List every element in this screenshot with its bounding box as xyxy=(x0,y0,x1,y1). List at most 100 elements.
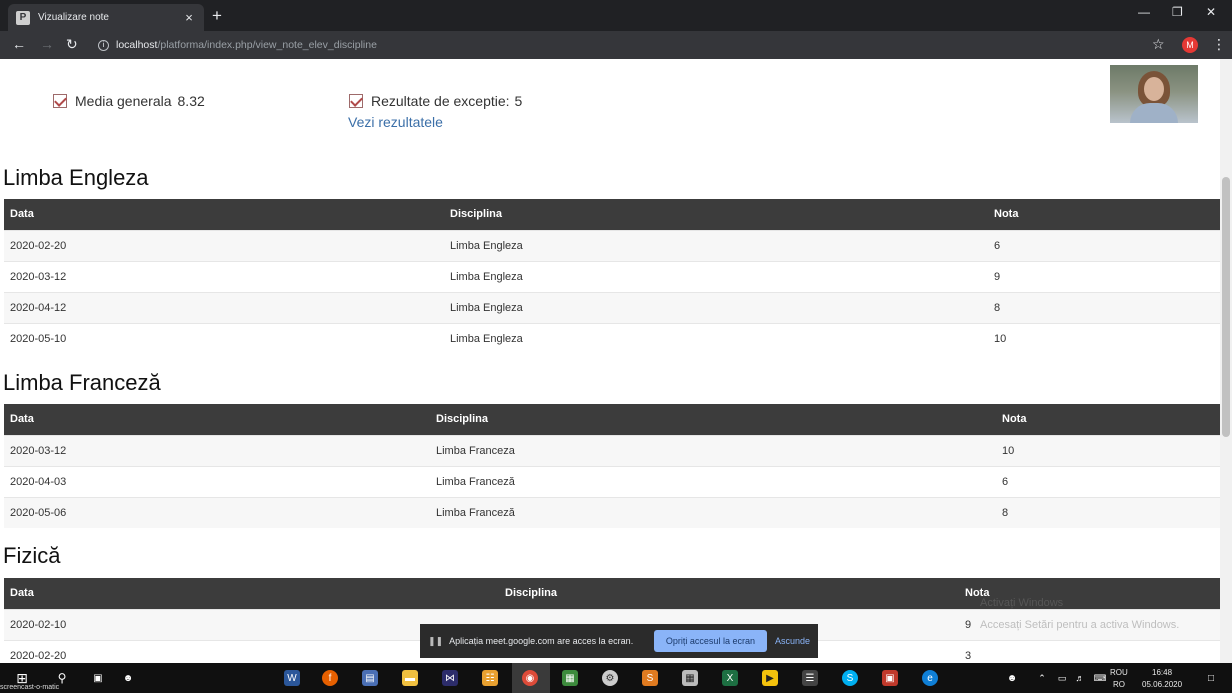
cell-subject: Limba Franceza xyxy=(430,434,996,466)
clock-date[interactable]: 05.06.2020 xyxy=(1142,680,1182,690)
header-data: Data xyxy=(10,208,34,221)
media-app-icon[interactable]: ☰ xyxy=(802,670,818,686)
notification-person-icon[interactable]: ☻ xyxy=(1004,670,1020,686)
photo-body xyxy=(1130,103,1178,123)
clock-time[interactable]: 16:48 xyxy=(1152,668,1172,678)
section-title-franceza: Limba Franceză xyxy=(3,370,161,395)
reload-icon[interactable]: ↻ xyxy=(66,36,78,53)
screen-share-notice: ❚❚ Aplicația meet.google.com are acces l… xyxy=(420,624,818,658)
new-tab-button[interactable]: + xyxy=(212,6,222,26)
skype-icon[interactable]: S xyxy=(842,670,858,686)
browser-toolbar: ← → ↻ i localhost /platforma/index.php/v… xyxy=(0,31,1232,59)
url-host: localhost xyxy=(116,39,158,51)
edge-icon[interactable]: e xyxy=(922,670,938,686)
windows-taskbar: ⊞ ⚲ ▣ ☻ W f ▤ ▬ ⋈ ☷ ◉ ▦ ⚙ S ▦ X ▶ ☰ S ▣ … xyxy=(0,663,1232,693)
table-row: 2020-05-10 Limba Engleza 10 xyxy=(4,322,1220,354)
cell-grade: 10 xyxy=(996,434,1220,466)
url-path: /platforma/index.php/view_note_elev_disc… xyxy=(157,39,377,51)
browser-tab[interactable]: P Vizualizare note × xyxy=(8,4,204,31)
page-content: Media generala 8.32 Rezultate de excepti… xyxy=(0,59,1220,663)
page-scrollbar[interactable] xyxy=(1220,59,1232,663)
file-explorer-icon[interactable]: ▬ xyxy=(402,670,418,686)
meet-icon[interactable]: ▶ xyxy=(762,670,778,686)
bookmark-star-icon[interactable]: ☆ xyxy=(1152,36,1165,53)
keyboard-icon[interactable]: ⌨ xyxy=(1092,670,1108,686)
cell-date: 2020-04-12 xyxy=(4,291,444,323)
address-bar[interactable]: i localhost /platforma/index.php/view_no… xyxy=(92,34,1172,56)
grades-table-engleza: Data Disciplina Nota 2020-02-20 Limba En… xyxy=(4,199,1220,354)
cell-date: 2020-03-12 xyxy=(4,260,444,292)
network-icon[interactable]: ▭ xyxy=(1054,670,1070,686)
windows-activation-title: Activați Windows xyxy=(980,597,1064,609)
language-bottom[interactable]: RO xyxy=(1113,680,1125,690)
word-icon[interactable]: W xyxy=(284,670,300,686)
recorder-watermark: screencast-o-matic xyxy=(0,684,60,691)
table-row: 2020-03-12 Limba Franceza 10 xyxy=(4,434,1220,466)
header-disciplina: Disciplina xyxy=(436,413,488,426)
tab-close-icon[interactable]: × xyxy=(182,10,196,25)
rezultate-exceptie-stat: Rezultate de exceptie: 5 xyxy=(349,93,522,109)
header-nota: Nota xyxy=(994,208,1019,221)
header-data: Data xyxy=(10,587,34,600)
document-app-icon[interactable]: ▤ xyxy=(362,670,378,686)
checkbox-icon xyxy=(349,94,363,108)
action-center-icon[interactable]: □ xyxy=(1203,670,1219,686)
cell-grade: 8 xyxy=(988,291,1220,323)
cell-date: 2020-05-06 xyxy=(4,496,430,528)
section-title-fizica: Fizică xyxy=(3,543,61,568)
tab-title: Vizualizare note xyxy=(38,12,109,23)
stop-sharing-button[interactable]: Opriți accesul la ecran xyxy=(653,630,767,652)
cell-grade: 6 xyxy=(988,229,1220,261)
screen-recorder-icon[interactable]: ▣ xyxy=(882,670,898,686)
minimize-icon[interactable]: — xyxy=(1138,5,1150,19)
volume-icon[interactable]: ♬ xyxy=(1072,670,1088,686)
cell-date: 2020-03-12 xyxy=(4,434,430,466)
scrollbar-thumb[interactable] xyxy=(1222,177,1230,437)
table-header-row: Data Disciplina Nota xyxy=(4,199,1220,230)
browser-tab-bar: P Vizualizare note × + — ❐ ✕ xyxy=(0,0,1232,31)
page-favicon-icon: P xyxy=(16,10,30,25)
people-icon[interactable]: ☻ xyxy=(120,670,136,686)
forward-arrow-icon[interactable]: → xyxy=(40,36,54,52)
cell-subject: Limba Engleza xyxy=(444,322,988,354)
header-disciplina: Disciplina xyxy=(450,208,502,221)
media-generala-stat: Media generala 8.32 xyxy=(53,93,205,109)
user-avatar-photo xyxy=(1110,65,1198,123)
settings-app-icon[interactable]: ⚙ xyxy=(602,670,618,686)
sublime-icon[interactable]: S xyxy=(642,670,658,686)
excel-icon[interactable]: X xyxy=(722,670,738,686)
site-info-icon[interactable]: i xyxy=(98,39,109,51)
media-label: Media generala xyxy=(75,93,172,109)
cell-grade: 3 xyxy=(959,639,1220,663)
hide-notice-button[interactable]: Ascunde xyxy=(775,636,810,646)
cell-grade: 6 xyxy=(996,465,1220,497)
header-nota: Nota xyxy=(1002,413,1027,426)
cell-grade: 9 xyxy=(988,260,1220,292)
cell-subject: Limba Engleza xyxy=(444,229,988,261)
browser-menu-icon[interactable]: ⋮ xyxy=(1212,36,1226,53)
windows-activation-text: Accesați Setări pentru a activa Windows. xyxy=(980,619,1180,631)
photo-face xyxy=(1144,77,1164,101)
cell-date: 2020-05-10 xyxy=(4,322,444,354)
calculator-icon[interactable]: ▦ xyxy=(682,670,698,686)
back-arrow-icon[interactable]: ← xyxy=(12,36,26,52)
cell-subject: Limba Franceză xyxy=(430,465,996,497)
pause-icon: ❚❚ xyxy=(428,635,444,646)
language-top[interactable]: ROU xyxy=(1110,668,1128,678)
media-value: 8.32 xyxy=(177,93,205,109)
window-close-icon[interactable]: ✕ xyxy=(1206,5,1216,19)
vezi-rezultatele-link[interactable]: Vezi rezultatele xyxy=(348,114,443,130)
chrome-icon[interactable]: ◉ xyxy=(522,670,538,686)
spreadsheet-app-icon[interactable]: ▦ xyxy=(562,670,578,686)
profile-avatar[interactable]: M xyxy=(1182,37,1198,53)
grades-table-franceza: Data Disciplina Nota 2020-03-12 Limba Fr… xyxy=(4,404,1220,528)
table-row: 2020-04-12 Limba Engleza 8 xyxy=(4,291,1220,323)
task-view-icon[interactable]: ▣ xyxy=(90,670,106,686)
rezultate-label: Rezultate de exceptie: xyxy=(371,93,510,109)
tray-chevron-icon[interactable]: ⌃ xyxy=(1034,670,1050,686)
visual-studio-icon[interactable]: ⋈ xyxy=(442,670,458,686)
xampp-icon[interactable]: ☷ xyxy=(482,670,498,686)
firefox-icon[interactable]: f xyxy=(322,670,338,686)
table-row: 2020-03-12 Limba Engleza 9 xyxy=(4,260,1220,292)
restore-icon[interactable]: ❐ xyxy=(1172,5,1183,19)
